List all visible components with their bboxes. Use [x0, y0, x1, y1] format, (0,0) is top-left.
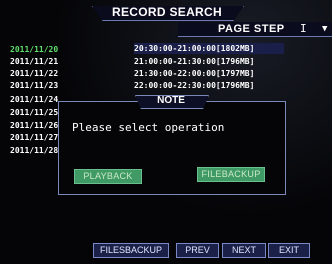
chevron-down-icon[interactable]: ▼ — [322, 24, 332, 34]
exit-button[interactable]: EXIT — [268, 243, 310, 258]
record-item[interactable]: 20:30:00-21:00:00[1802MB] — [134, 43, 284, 54]
window-title: RECORD SEARCH — [112, 5, 222, 19]
date-item[interactable]: 2011/11/22 — [10, 68, 68, 79]
dialog-message: Please select operation — [72, 121, 225, 134]
playback-button[interactable]: PLAYBACK — [74, 169, 142, 184]
prev-button[interactable]: PREV — [176, 243, 219, 258]
page-step-value[interactable]: I — [300, 22, 322, 36]
date-item[interactable]: 2011/11/21 — [10, 56, 68, 67]
record-item[interactable]: 21:30:00-22:00:00[1797MB] — [134, 68, 284, 79]
date-item[interactable]: 2011/11/23 — [10, 80, 68, 91]
files-backup-button[interactable]: FILESBACKUP — [93, 243, 169, 258]
note-title: NOTE — [157, 95, 185, 106]
record-item[interactable]: 21:00:00-21:30:00[1796MB] — [134, 56, 284, 67]
date-item[interactable]: 2011/11/20 — [10, 44, 68, 55]
filebackup-button[interactable]: FILEBACKUP — [197, 167, 265, 182]
next-button[interactable]: NEXT — [222, 243, 266, 258]
record-item[interactable]: 22:00:00-22:30:00[1796MB] — [134, 80, 284, 91]
page-step-label: PAGE STEP — [218, 23, 285, 35]
